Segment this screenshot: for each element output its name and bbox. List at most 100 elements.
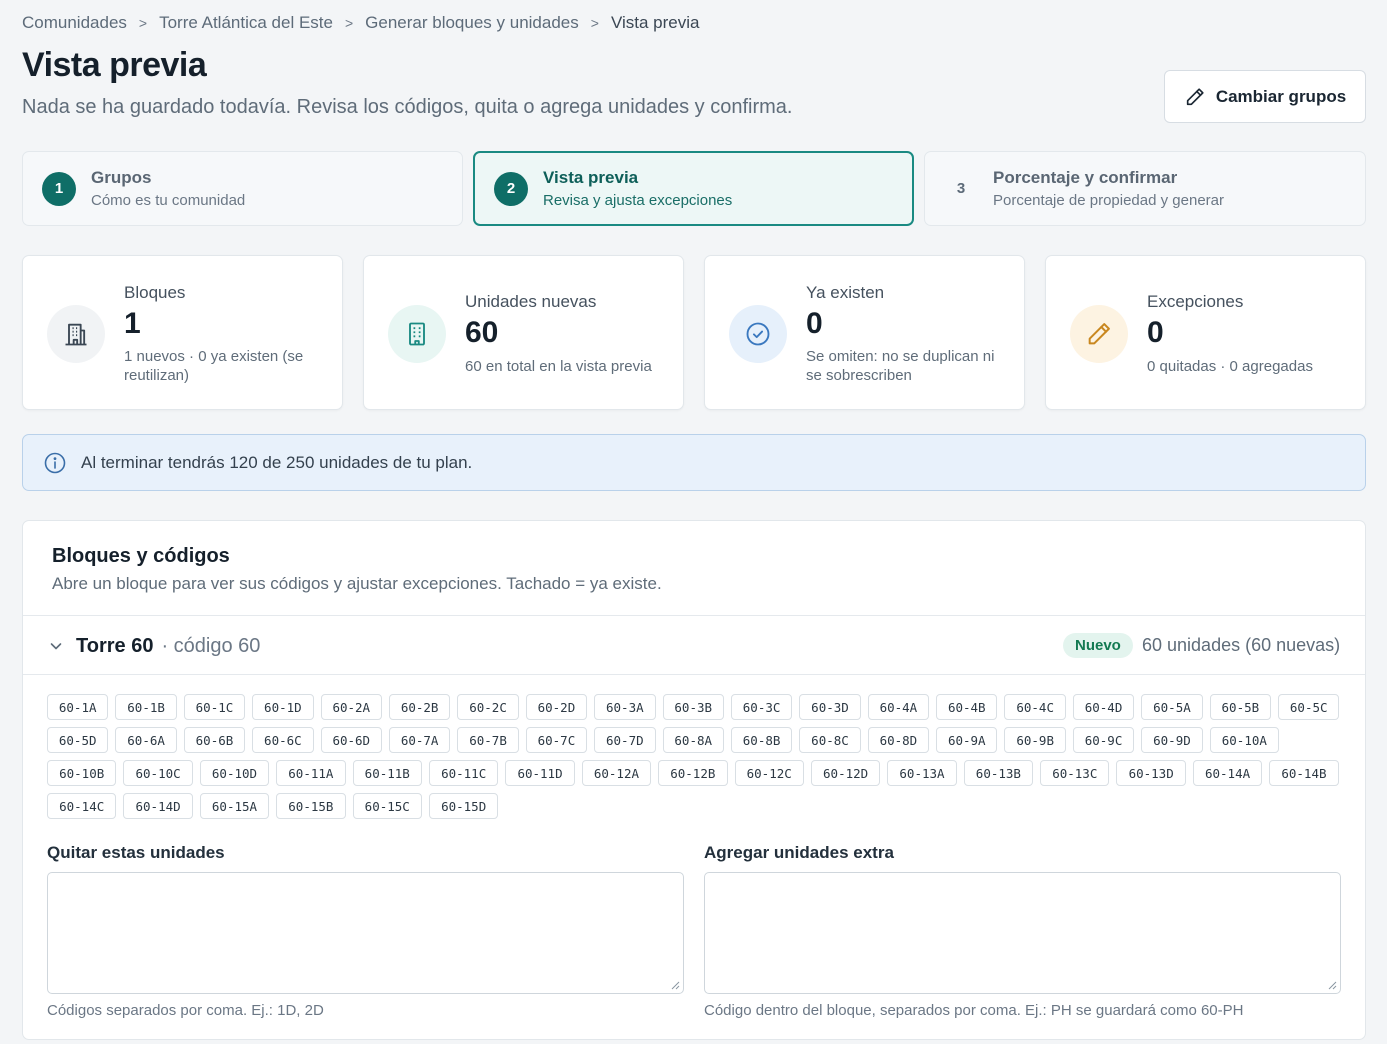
unit-code-chip[interactable]: 60-5C [1278,694,1340,720]
stat-description: Se omiten: no se duplican ni se sobrescr… [806,348,995,384]
step-grupos[interactable]: 1 Grupos Cómo es tu comunidad [22,151,463,226]
unit-code-chip[interactable]: 60-10D [199,760,270,786]
check-circle-icon [729,305,787,363]
block-name: Torre 60 [76,634,154,657]
unit-code-chip[interactable]: 60-14D [123,793,193,819]
unit-code-chip[interactable]: 60-1D [252,694,314,720]
unit-code-chip[interactable]: 60-3B [662,694,724,720]
unit-code-chip[interactable]: 60-14B [1269,760,1339,786]
unit-code-chip[interactable]: 60-2C [457,694,519,720]
unit-code-chip[interactable]: 60-6B [183,727,246,753]
unit-code-chip[interactable]: 60-3C [730,694,793,720]
unit-code-chip[interactable]: 60-8A [662,727,724,753]
unit-code-chip[interactable]: 60-13A [887,760,957,786]
breadcrumb-community[interactable]: Torre Atlántica del Este [159,13,333,33]
unit-code-chip[interactable]: 60-1B [115,694,177,720]
stat-value: 0 [806,307,823,340]
stat-value: 0 [1147,316,1164,349]
step-vista-previa[interactable]: 2 Vista previa Revisa y ajusta excepcion… [473,151,914,226]
unit-code-chip[interactable]: 60-15D [428,793,499,819]
breadcrumb-comunidades[interactable]: Comunidades [22,13,127,33]
unit-code-chip[interactable]: 60-6C [252,727,314,753]
chevron-right-icon: > [344,15,354,31]
breadcrumb-current: Vista previa [610,13,700,32]
unit-code-chip[interactable]: 60-11C [428,760,499,786]
breadcrumb: Comunidades > Torre Atlántica del Este >… [22,12,699,34]
unit-code-chip[interactable]: 60-8D [867,727,930,753]
unit-code-chip[interactable]: 60-2D [525,694,588,720]
unit-code-chip[interactable]: 60-13B [963,760,1034,786]
plan-info-banner: Al terminar tendrás 120 de 250 unidades … [22,434,1366,491]
unit-code-chip[interactable]: 60-7D [594,727,656,753]
unit-code-chip[interactable]: 60-10A [1209,727,1280,753]
step-porcentaje[interactable]: 3 Porcentaje y confirmar Porcentaje de p… [924,151,1366,226]
add-units-input[interactable] [704,872,1341,994]
unit-code-chip[interactable]: 60-10B [47,760,117,786]
unit-code-chip[interactable]: 60-7A [388,727,451,753]
unit-code-chip[interactable]: 60-11B [352,760,422,786]
divider [23,615,1365,616]
change-groups-button[interactable]: Cambiar grupos [1164,70,1366,123]
unit-code-chip[interactable]: 60-12A [581,760,652,786]
unit-code-chip[interactable]: 60-9D [1141,727,1203,753]
unit-code-chip[interactable]: 60-4D [1072,694,1135,720]
unit-code-chip[interactable]: 60-9C [1072,727,1135,753]
unit-code-chip[interactable]: 60-15C [352,793,422,819]
unit-code-chip[interactable]: 60-13C [1040,760,1110,786]
building-icon [47,305,105,363]
unit-code-chip[interactable]: 60-13D [1116,760,1186,786]
stat-value: 1 [124,307,141,340]
unit-code-chip[interactable]: 60-12C [734,760,804,786]
unit-code-chip[interactable]: 60-4C [1004,694,1066,720]
unit-code-chip[interactable]: 60-1A [47,694,109,720]
chevron-down-icon [50,643,62,650]
unit-code-chip[interactable]: 60-5A [1141,694,1203,720]
breadcrumb-generate[interactable]: Generar bloques y unidades [365,13,579,33]
unit-code-chip[interactable]: 60-6A [115,727,177,753]
unit-code-chip[interactable]: 60-7B [457,727,519,753]
unit-code-chip[interactable]: 60-4B [936,694,998,720]
remove-units-input[interactable] [47,872,684,994]
add-units-label: Agregar unidades extra [704,843,894,862]
plan-info-text: Al terminar tendrás 120 de 250 unidades … [81,452,473,472]
unit-code-chip[interactable]: 60-10C [123,760,193,786]
unit-code-chip[interactable]: 60-1C [183,694,246,720]
unit-code-chip[interactable]: 60-11A [276,760,346,786]
unit-code-chip[interactable]: 60-7C [525,727,588,753]
unit-code-chip[interactable]: 60-14A [1192,760,1263,786]
unit-code-chip[interactable]: 60-8B [730,727,793,753]
stat-description: 60 en total en la vista previa [465,358,652,375]
resize-handle-icon[interactable] [671,981,680,990]
stat-card-ya-existen: Ya existen 0 Se omiten: no se duplican n… [704,255,1025,410]
units-count: 60 unidades (60 nuevas) [1142,635,1341,655]
info-icon [44,452,66,473]
stat-label: Ya existen [806,283,885,302]
unit-code-chip[interactable]: 60-6D [320,727,382,753]
block-toggle[interactable]: Torre 60 · código 60 [48,629,260,663]
unit-code-chip[interactable]: 60-2A [320,694,382,720]
unit-code-chip[interactable]: 60-3D [799,694,861,720]
stat-label: Excepciones [1147,292,1244,311]
page-title: Vista previa [22,46,207,84]
unit-code-chip[interactable]: 60-5D [47,727,109,753]
remove-units-label: Quitar estas unidades [47,843,225,862]
stat-label: Unidades nuevas [465,292,597,311]
resize-handle-icon[interactable] [1328,981,1337,990]
unit-code-chip[interactable]: 60-12B [658,760,728,786]
unit-code-chip[interactable]: 60-14C [47,793,117,819]
unit-code-chip[interactable]: 60-4A [867,694,930,720]
step-subtitle: Cómo es tu comunidad [91,192,246,209]
unit-code-chip[interactable]: 60-9B [1004,727,1066,753]
step-title: Grupos [91,168,152,187]
page-subtitle: Nada se ha guardado todavía. Revisa los … [22,96,793,118]
unit-code-chip[interactable]: 60-15B [276,793,346,819]
unit-code-chip[interactable]: 60-15A [199,793,270,819]
pencil-icon [1070,305,1128,363]
unit-code-chip[interactable]: 60-2B [388,694,451,720]
unit-code-chip[interactable]: 60-3A [594,694,656,720]
unit-code-chip[interactable]: 60-9A [936,727,998,753]
unit-code-chip[interactable]: 60-11D [505,760,575,786]
unit-code-chip[interactable]: 60-12D [810,760,881,786]
unit-code-chip[interactable]: 60-8C [799,727,861,753]
unit-code-chip[interactable]: 60-5B [1209,694,1272,720]
